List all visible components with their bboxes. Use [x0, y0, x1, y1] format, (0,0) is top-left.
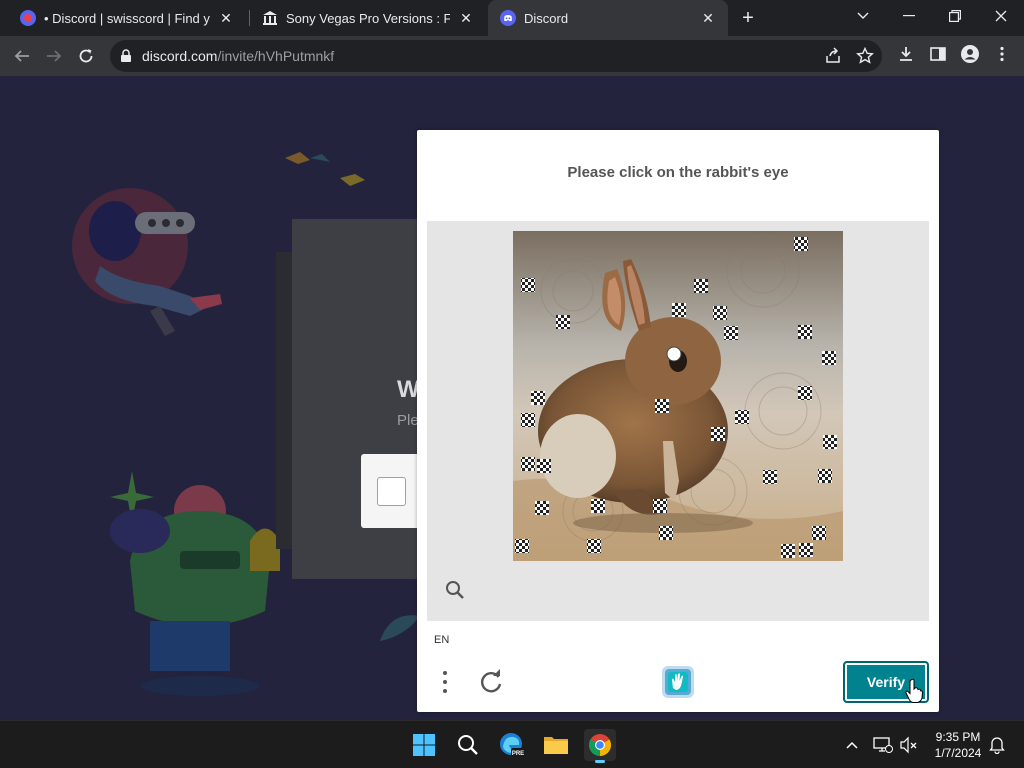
more-vertical-icon[interactable] — [435, 668, 455, 696]
tab-discord-swisscord[interactable]: • Discord | swisscord | Find your c ✕ — [8, 0, 246, 36]
restore-icon — [949, 10, 961, 22]
url-text: discord.com/invite/hVhPutmnkf — [142, 48, 334, 64]
search-icon — [458, 735, 478, 755]
close-icon[interactable]: ✕ — [458, 10, 474, 26]
side-panel-button[interactable] — [928, 44, 948, 64]
captcha-checkbox[interactable] — [377, 477, 406, 506]
reload-icon — [79, 49, 93, 63]
challenge-prompt: Please click on the rabbit's eye — [567, 164, 789, 181]
tab-search-button[interactable] — [840, 0, 886, 32]
chevron-up-icon — [846, 741, 858, 749]
tab-sony-vegas[interactable]: Sony Vegas Pro Versions : Free D ✕ — [250, 0, 486, 36]
clock-time: 9:35 PM — [935, 730, 981, 744]
bell-icon — [989, 737, 1005, 754]
bookmark-star-icon[interactable] — [856, 47, 874, 65]
tab-title: Sony Vegas Pro Versions : Free D — [286, 10, 450, 26]
close-icon — [995, 10, 1007, 22]
start-button[interactable] — [408, 729, 440, 761]
zoom-icon[interactable] — [445, 580, 465, 600]
language-selector[interactable]: EN — [434, 634, 449, 646]
network-disconnected-icon — [873, 737, 893, 753]
close-icon[interactable]: ✕ — [218, 10, 234, 26]
illustration-birds — [285, 152, 365, 186]
discord-red-icon — [20, 10, 36, 26]
profile-button[interactable] — [960, 44, 980, 64]
close-window-button[interactable] — [978, 0, 1024, 32]
address-bar[interactable]: discord.com/invite/hVhPutmnkf — [110, 40, 882, 72]
archive-building-icon — [263, 11, 277, 25]
url-path: /invite/hVhPutmnkf — [217, 48, 335, 64]
rabbit-photo — [513, 231, 843, 561]
profile-icon — [961, 45, 979, 63]
start-icon — [413, 734, 435, 756]
restore-button[interactable] — [932, 0, 978, 32]
illustration-character-right — [110, 471, 280, 696]
arrow-right-icon — [47, 50, 62, 62]
reload-button[interactable] — [74, 44, 98, 68]
tab-discord[interactable]: Discord ✕ — [488, 0, 728, 36]
hand-cursor-icon — [905, 678, 923, 703]
refresh-icon[interactable] — [477, 668, 505, 696]
back-button[interactable] — [10, 44, 34, 68]
notifications-button[interactable] — [987, 735, 1007, 755]
svg-text:PRE: PRE — [512, 751, 524, 757]
network-button[interactable] — [873, 735, 893, 755]
discord-icon — [500, 10, 516, 26]
hcaptcha-logo-icon — [662, 666, 694, 698]
volume-muted-icon — [900, 736, 917, 754]
hcaptcha-checkbox-widget — [361, 454, 421, 528]
download-button[interactable] — [896, 44, 916, 64]
challenge-image[interactable] — [513, 231, 843, 561]
minimize-icon — [903, 15, 915, 17]
close-icon[interactable]: ✕ — [700, 10, 716, 26]
windows-taskbar: PRE 9:35 PM 1/7/2024 — [0, 720, 1024, 768]
minimize-button[interactable] — [886, 0, 932, 32]
volume-button[interactable] — [899, 735, 919, 755]
chevron-down-icon — [857, 12, 869, 19]
forward-button[interactable] — [42, 44, 66, 68]
search-button[interactable] — [452, 729, 484, 761]
chrome-menu-button[interactable] — [992, 44, 1012, 64]
share-icon[interactable] — [824, 47, 842, 65]
hcaptcha-challenge: Please click on the rabbit's eye EN Veri… — [417, 130, 939, 712]
more-vertical-icon — [1000, 46, 1004, 62]
active-indicator — [595, 760, 605, 763]
invite-subtext: Ple — [397, 412, 419, 429]
chrome-button[interactable] — [584, 729, 616, 763]
illustration-character-left — [72, 188, 222, 336]
edge-beta-button[interactable]: PRE — [496, 729, 528, 761]
clock-date: 1/7/2024 — [934, 746, 982, 760]
tab-title: • Discord | swisscord | Find your c — [44, 10, 210, 26]
lock-icon[interactable] — [120, 49, 132, 63]
file-explorer-button[interactable] — [540, 729, 572, 761]
browser-toolbar: discord.com/invite/hVhPutmnkf — [0, 36, 1024, 76]
file-explorer-icon — [544, 737, 568, 754]
download-icon — [900, 47, 912, 61]
edge-beta-icon: PRE — [500, 733, 525, 757]
chrome-icon — [589, 734, 611, 756]
new-tab-button[interactable]: + — [738, 8, 758, 28]
challenge-image-area — [427, 221, 929, 621]
tab-strip: • Discord | swisscord | Find your c ✕ So… — [0, 0, 1024, 36]
modal-shadow — [276, 252, 292, 549]
arrow-left-icon — [14, 50, 29, 62]
system-clock[interactable]: 9:35 PM 1/7/2024 — [928, 729, 988, 761]
tab-title: Discord — [524, 10, 569, 26]
side-panel-icon — [930, 47, 946, 61]
url-domain: discord.com — [142, 48, 218, 64]
show-hidden-icons-button[interactable] — [842, 735, 862, 755]
